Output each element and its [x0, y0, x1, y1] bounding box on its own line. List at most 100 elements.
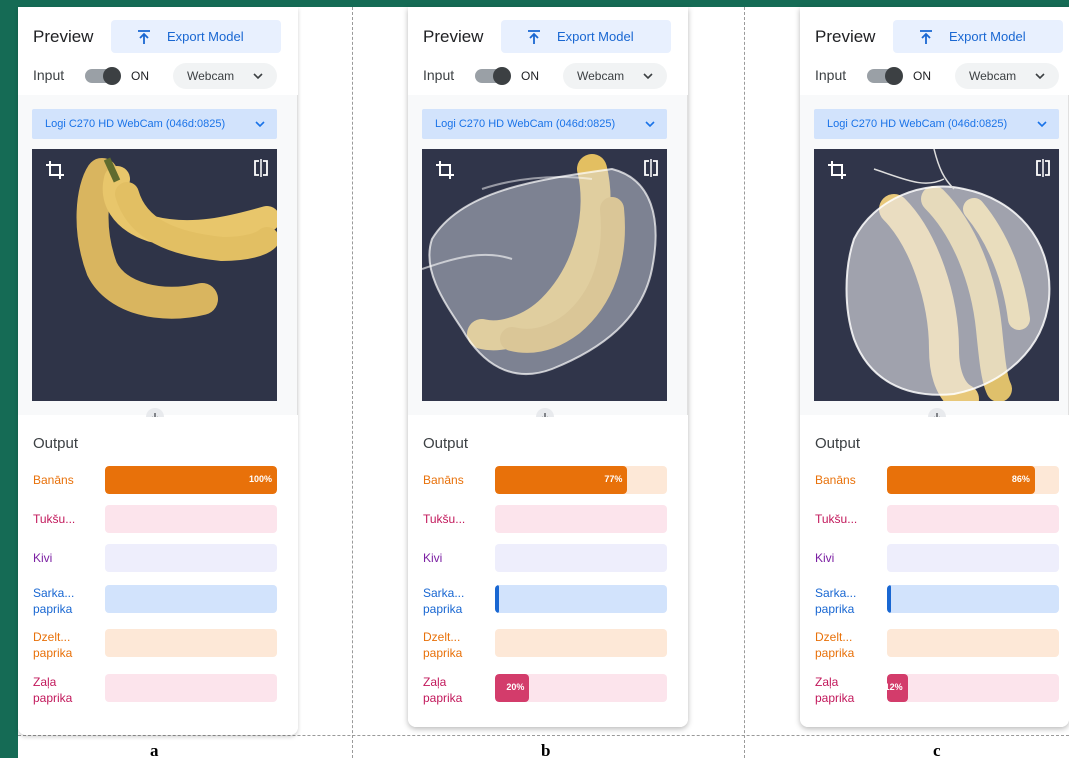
input-row: Input ON Webcam	[18, 63, 298, 95]
input-body: Logi C270 HD WebCam (046d:0825)	[18, 95, 298, 415]
class-label: Tukšu...	[815, 512, 858, 526]
figure-caption: b	[541, 741, 551, 760]
flip-camera-icon[interactable]	[253, 159, 269, 177]
input-source-dropdown[interactable]: Webcam	[955, 63, 1059, 89]
confidence-bar-fill: 100%	[105, 466, 277, 494]
confidence-bar	[887, 585, 1059, 613]
output-section: Output Banāns 100% Tukšu... Kivi Sarka... pap…	[18, 417, 298, 735]
confidence-bar	[105, 544, 277, 572]
input-label: Input	[815, 67, 847, 83]
preview-title: Preview	[423, 27, 484, 46]
export-model-label: Export Model	[167, 29, 244, 44]
class-label: Zaļa paprika	[815, 675, 855, 705]
camera-device-dropdown[interactable]: Logi C270 HD WebCam (046d:0825)	[422, 109, 667, 139]
confidence-value: 20%	[506, 682, 525, 692]
confidence-value: 77%	[604, 474, 623, 484]
output-section: Output Banāns 86% Tukšu... Kivi Sarka... papr…	[800, 417, 1069, 727]
panel-header: Preview Export Model	[18, 7, 298, 65]
camera-device-dropdown[interactable]: Logi C270 HD WebCam (046d:0825)	[32, 109, 277, 139]
chevron-down-icon	[253, 117, 267, 131]
export-model-button[interactable]: Export Model	[893, 20, 1063, 53]
input-row: Input ON Webcam	[800, 63, 1069, 95]
confidence-bar-fill	[887, 585, 891, 613]
crop-icon[interactable]	[44, 159, 66, 181]
confidence-bar: 12%	[887, 674, 1059, 702]
toggle-state-label: ON	[913, 69, 931, 83]
confidence-bar: 86%	[887, 466, 1059, 494]
webcam-feed	[814, 149, 1059, 401]
class-label: Tukšu...	[423, 512, 466, 526]
figure-caption: a	[150, 741, 159, 760]
confidence-bar	[105, 629, 277, 657]
class-label: Sarka... paprika	[423, 586, 465, 616]
export-model-button[interactable]: Export Model	[111, 20, 281, 53]
input-source-dropdown[interactable]: Webcam	[563, 63, 667, 89]
panel-header: Preview Export Model	[800, 7, 1069, 65]
divider-2	[744, 7, 745, 758]
confidence-bar: 20%	[495, 674, 667, 702]
teachable-machine-preview-panel-c: Preview Export Model Input ON Webcam Logi C27…	[800, 7, 1069, 727]
class-label: Zaļa paprika	[423, 675, 463, 705]
confidence-bar-fill: 86%	[887, 466, 1035, 494]
class-label: Banāns	[815, 473, 856, 487]
crop-icon[interactable]	[434, 159, 456, 181]
green-frame-top	[0, 0, 1069, 7]
teachable-machine-preview-panel-a: Preview Export Model Input ON Webcam Logi C27…	[18, 7, 298, 735]
input-label: Input	[33, 67, 65, 83]
export-model-label: Export Model	[557, 29, 634, 44]
chevron-down-icon	[1033, 69, 1047, 83]
export-model-label: Export Model	[949, 29, 1026, 44]
confidence-bar-fill: 12%	[887, 674, 908, 702]
confidence-value: 12%	[887, 682, 903, 692]
camera-device-value: Logi C270 HD WebCam (046d:0825)	[435, 118, 616, 130]
flip-camera-icon[interactable]	[1035, 159, 1051, 177]
output-title: Output	[33, 435, 79, 452]
chevron-down-icon	[1035, 117, 1049, 131]
upload-icon	[917, 28, 935, 46]
confidence-bar: 77%	[495, 466, 667, 494]
confidence-bar	[887, 505, 1059, 533]
toggle-state-label: ON	[131, 69, 149, 83]
chevron-down-icon	[641, 69, 655, 83]
input-body: Logi C270 HD WebCam (046d:0825)	[408, 95, 688, 415]
input-toggle[interactable]	[85, 67, 121, 85]
input-label: Input	[423, 67, 455, 83]
panel-header: Preview Export Model	[408, 7, 688, 65]
confidence-value: 100%	[248, 474, 272, 484]
flip-camera-icon[interactable]	[643, 159, 659, 177]
confidence-bar	[105, 674, 277, 702]
toggle-state-label: ON	[521, 69, 539, 83]
crop-icon[interactable]	[826, 159, 848, 181]
input-toggle[interactable]	[475, 67, 511, 85]
class-label: Dzelt... paprika	[423, 630, 463, 660]
input-row: Input ON Webcam	[408, 63, 688, 95]
preview-title: Preview	[815, 27, 876, 46]
camera-device-value: Logi C270 HD WebCam (046d:0825)	[827, 118, 1008, 130]
input-toggle[interactable]	[867, 67, 903, 85]
chevron-down-icon	[643, 117, 657, 131]
camera-device-dropdown[interactable]: Logi C270 HD WebCam (046d:0825)	[814, 109, 1059, 139]
class-label: Sarka... paprika	[33, 586, 75, 616]
confidence-bar-fill	[495, 585, 499, 613]
input-source-value: Webcam	[187, 69, 235, 83]
confidence-bar	[495, 505, 667, 533]
output-title: Output	[423, 435, 469, 452]
input-body: Logi C270 HD WebCam (046d:0825)	[800, 95, 1069, 415]
input-source-value: Webcam	[969, 69, 1017, 83]
class-label: Sarka... paprika	[815, 586, 857, 616]
export-model-button[interactable]: Export Model	[501, 20, 671, 53]
input-source-dropdown[interactable]: Webcam	[173, 63, 277, 89]
figure-caption: c	[933, 741, 941, 760]
class-label: Dzelt... paprika	[815, 630, 855, 660]
webcam-feed	[32, 149, 277, 401]
divider-bottom	[18, 735, 1069, 736]
green-frame-left	[0, 0, 18, 758]
confidence-bar	[495, 544, 667, 572]
class-label: Kivi	[423, 551, 443, 565]
confidence-bar-fill: 20%	[495, 674, 530, 702]
preview-title: Preview	[33, 27, 94, 46]
divider-1	[352, 7, 353, 758]
toggle-knob	[103, 67, 121, 85]
class-label: Zaļa paprika	[33, 675, 73, 705]
confidence-bar	[887, 544, 1059, 572]
